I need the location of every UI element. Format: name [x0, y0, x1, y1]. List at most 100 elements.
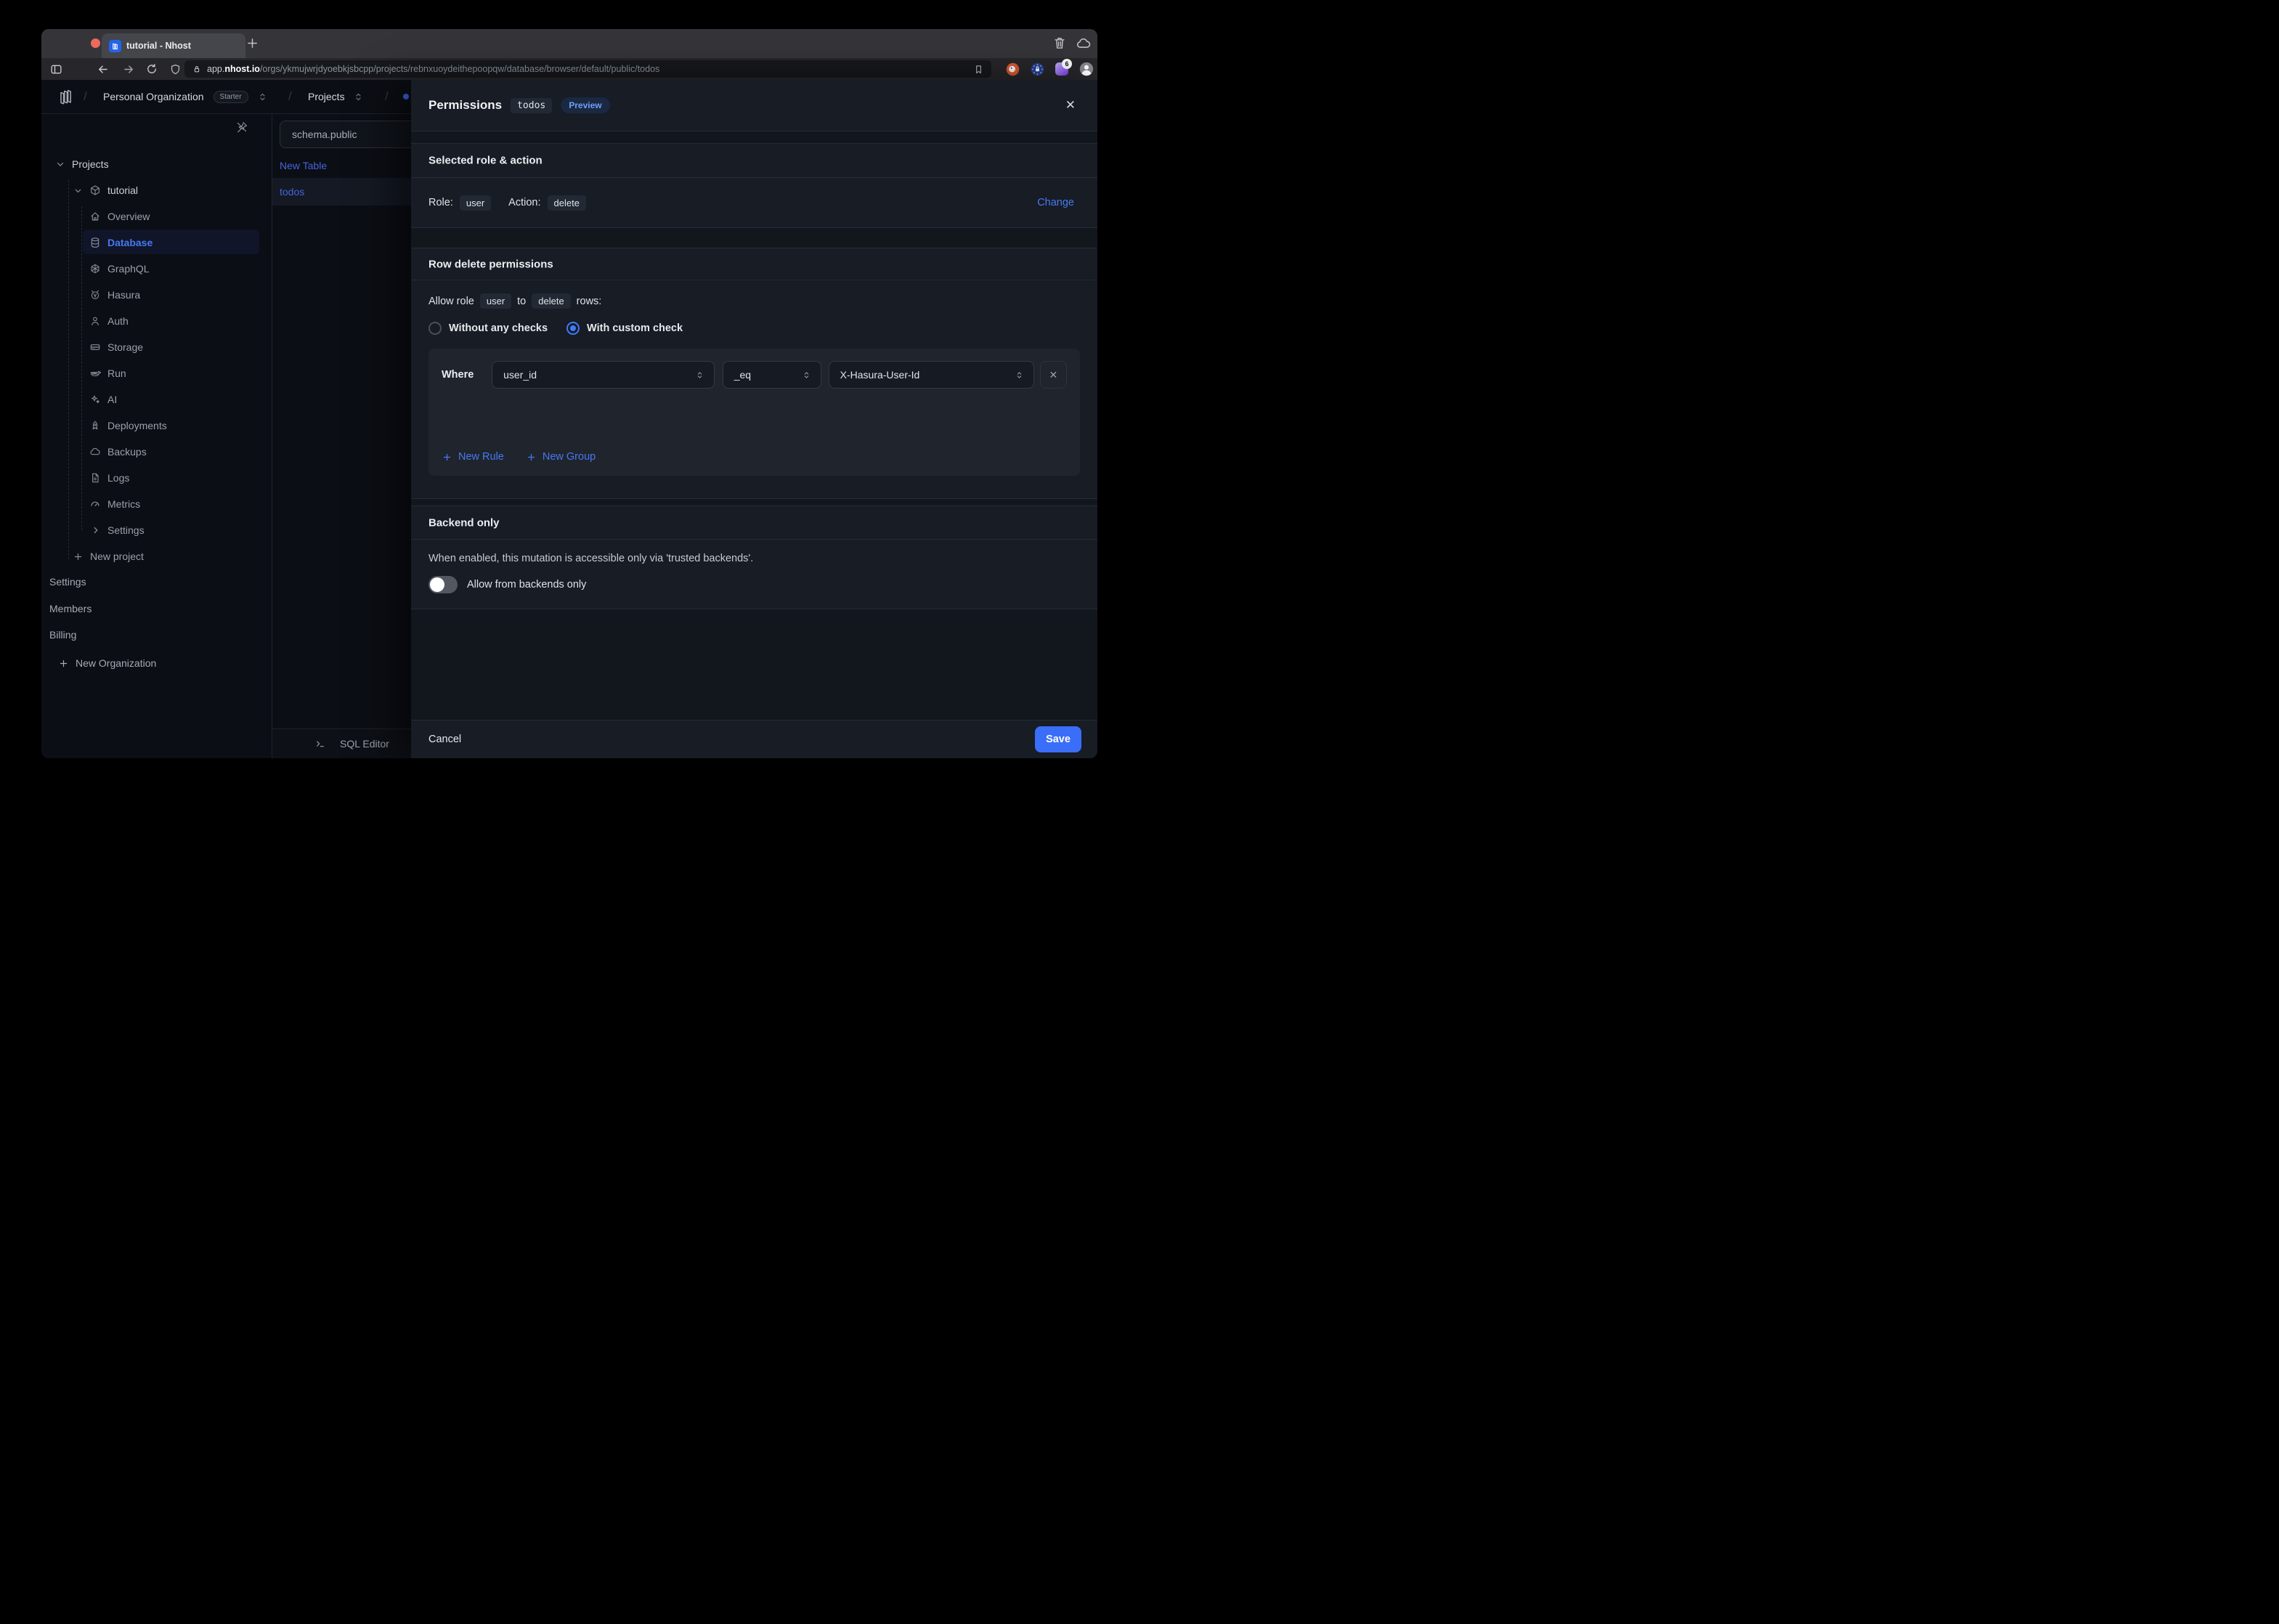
url-bar[interactable]: app.nhost.io/orgs/ykmujwrjdyoebkjsbcpp/p…	[184, 60, 991, 78]
table-row-todos[interactable]: todos	[272, 178, 412, 206]
docker-icon	[89, 368, 101, 379]
url-text: app.nhost.io/orgs/ykmujwrjdyoebkjsbcpp/p…	[207, 64, 968, 74]
sidebar-item-metrics[interactable]: Metrics	[41, 491, 272, 517]
sidebar-item-graphql[interactable]: GraphQL	[41, 256, 272, 282]
radio-with-custom-check[interactable]: With custom check	[566, 322, 683, 335]
new-group-button[interactable]: New Group	[526, 451, 596, 463]
org-link-label: Billing	[49, 629, 76, 641]
new-organization-button[interactable]: New Organization	[58, 650, 156, 676]
radio-without-checks[interactable]: Without any checks	[428, 322, 548, 335]
operator-select[interactable]: _eq	[723, 361, 821, 389]
rule-actions: New Rule New Group	[442, 451, 596, 463]
sidebar-section-label: Projects	[72, 158, 109, 170]
extension-with-badge-icon[interactable]: 6	[1053, 60, 1071, 78]
sidebar-item-deployments[interactable]: Deployments	[41, 413, 272, 439]
sidebar-item-label: Deployments	[107, 420, 167, 431]
eu-privacy-extension-icon[interactable]	[1028, 60, 1046, 78]
sidebar-item-settings-tree[interactable]: Settings	[41, 517, 272, 543]
reload-button[interactable]	[143, 60, 161, 78]
sidebar-item-label: Metrics	[107, 498, 140, 510]
schema-select-value: schema.public	[292, 129, 357, 140]
new-rule-label: New Rule	[458, 451, 504, 463]
sidebar-item-storage[interactable]: Storage	[41, 334, 272, 360]
back-button[interactable]	[94, 60, 111, 78]
cancel-button[interactable]: Cancel	[428, 734, 461, 745]
sidebar-item-overview[interactable]: Overview	[41, 203, 272, 230]
breadcrumb-separator: /	[84, 80, 87, 113]
home-icon	[89, 211, 101, 222]
sidebar-item-logs[interactable]: Logs	[41, 465, 272, 491]
role-action-row: Role: user Action: delete Change	[411, 178, 1097, 227]
bookmark-icon[interactable]	[973, 64, 984, 75]
project-status-dot	[403, 80, 409, 113]
drawer-title: Permissions	[428, 98, 502, 113]
forward-button[interactable]	[120, 60, 137, 78]
hasura-icon	[89, 289, 101, 301]
close-icon[interactable]: ✕	[1065, 98, 1076, 113]
new-project-label: New project	[90, 551, 144, 562]
avatar[interactable]	[1078, 60, 1095, 78]
cloud-sync-icon[interactable]	[1076, 36, 1092, 52]
nhost-logo[interactable]	[57, 80, 75, 113]
change-link[interactable]: Change	[1037, 197, 1074, 208]
extension-badge: 6	[1062, 59, 1072, 69]
section-selected-role-title: Selected role & action	[411, 144, 1097, 177]
plus-icon	[73, 551, 84, 562]
sidebar-item-tutorial[interactable]: tutorial	[41, 177, 272, 203]
drawer-header: Permissions todos Preview ✕	[411, 80, 1097, 131]
browser-tab[interactable]: tutorial - Nhost	[102, 33, 245, 58]
schema-select[interactable]: schema.public	[280, 121, 412, 148]
sql-editor-button[interactable]: SQL Editor	[272, 728, 412, 758]
graphql-icon	[89, 263, 101, 275]
where-label: Where	[442, 369, 474, 381]
sidebar-toggle-icon[interactable]	[47, 60, 65, 78]
sidebar-item-label: Hasura	[107, 289, 140, 301]
shield-icon[interactable]	[166, 60, 184, 78]
permissions-drawer: Permissions todos Preview ✕ Selected rol…	[411, 80, 1097, 758]
sidebar-item-label: Database	[107, 237, 153, 248]
value-select[interactable]: X-Hasura-User-Id	[829, 361, 1034, 389]
new-project-button[interactable]: New project	[41, 543, 272, 569]
nhost-favicon	[109, 40, 121, 52]
new-table-link[interactable]: New Table	[272, 152, 412, 179]
radio-label: With custom check	[587, 322, 683, 334]
sidebar-section-projects[interactable]: Projects	[41, 151, 272, 177]
pin-off-icon[interactable]	[235, 121, 248, 134]
org-settings-link[interactable]: Settings	[49, 569, 86, 595]
org-billing-link[interactable]: Billing	[49, 622, 76, 648]
chevron-updown-icon	[694, 370, 705, 381]
save-button[interactable]: Save	[1035, 726, 1081, 752]
allow-role-line: Allow role user to delete rows:	[428, 293, 601, 309]
sidebar-item-run[interactable]: Run	[41, 360, 272, 386]
sidebar-item-database[interactable]: Database	[41, 230, 272, 256]
allow-action-chip: delete	[532, 293, 570, 309]
org-selector[interactable]: Personal Organization Starter	[103, 80, 268, 113]
new-rule-button[interactable]: New Rule	[442, 451, 504, 463]
sidebar-item-auth[interactable]: Auth	[41, 308, 272, 334]
sidebar-item-label: AI	[107, 394, 117, 405]
section-row-permissions-title: Row delete permissions	[411, 248, 1097, 280]
sidebar-item-label: Logs	[107, 472, 129, 484]
sidebar-item-hasura[interactable]: Hasura	[41, 282, 272, 308]
field-select[interactable]: user_id	[492, 361, 715, 389]
gauge-icon	[89, 498, 101, 510]
close-window-button[interactable]	[91, 38, 100, 48]
backends-only-toggle[interactable]	[428, 576, 458, 593]
new-tab-button[interactable]	[245, 36, 260, 51]
role-value-chip: user	[460, 195, 491, 211]
duckduckgo-extension-icon[interactable]	[1004, 60, 1021, 78]
browser-window: tutorial - Nhost	[41, 29, 1097, 758]
org-members-link[interactable]: Members	[49, 596, 92, 622]
sidebar-item-ai[interactable]: AI	[41, 386, 272, 413]
allow-role-chip: user	[480, 293, 511, 309]
role-label: Role:	[428, 197, 453, 208]
projects-selector[interactable]: Projects	[308, 80, 364, 113]
sidebar-item-label: GraphQL	[107, 263, 150, 275]
breadcrumb-separator: /	[288, 80, 292, 113]
plus-icon	[442, 452, 452, 463]
sidebar-item-backups[interactable]: Backups	[41, 439, 272, 465]
sidebar-item-label: Auth	[107, 315, 129, 327]
remove-rule-button[interactable]: ✕	[1040, 361, 1067, 389]
org-name: Personal Organization	[103, 91, 204, 102]
trash-icon[interactable]	[1052, 36, 1067, 50]
